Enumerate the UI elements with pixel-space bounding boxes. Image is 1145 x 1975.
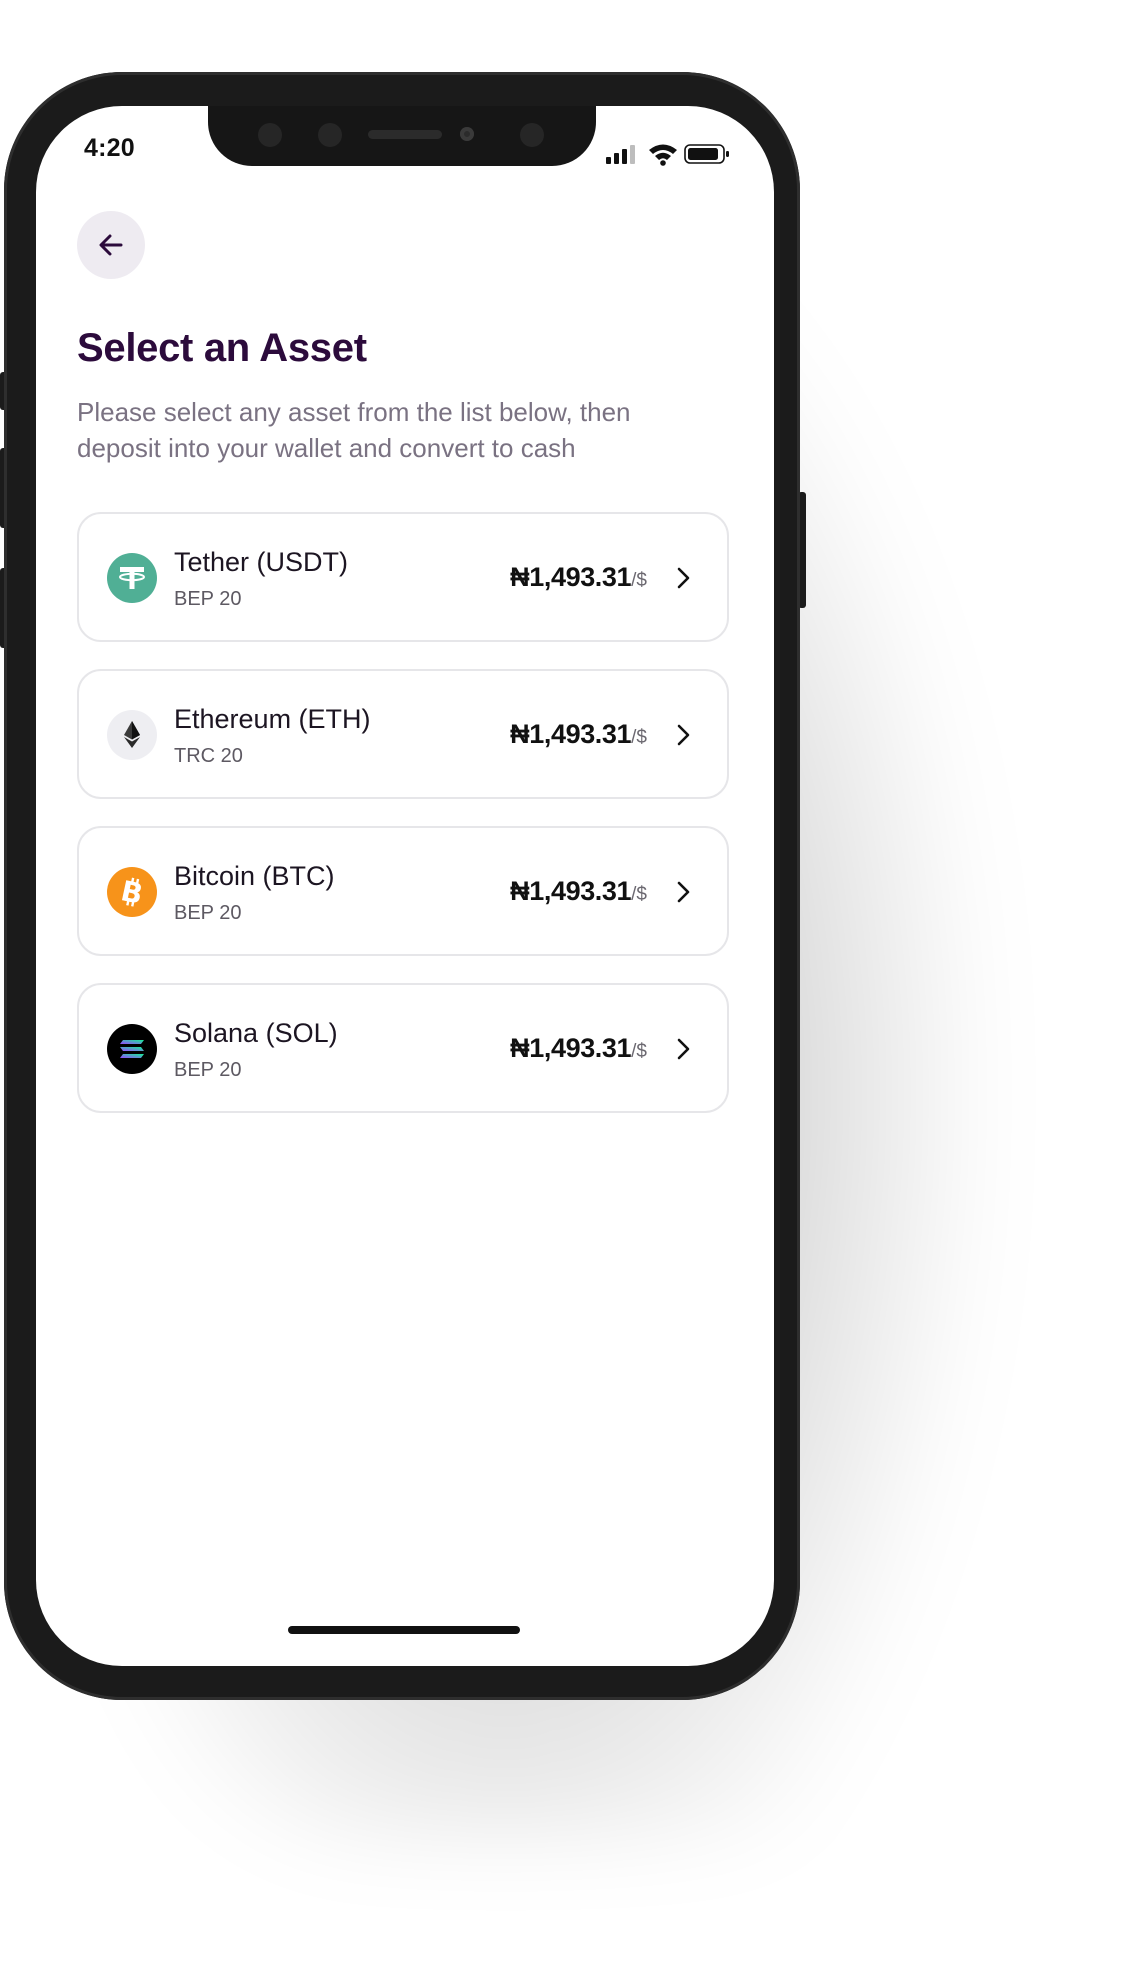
chevron-right-icon xyxy=(677,724,690,746)
asset-rate: ₦1,493.31/$ xyxy=(510,719,647,750)
rate-value: ₦1,493.31 xyxy=(510,562,632,592)
asset-name: Ethereum (ETH) xyxy=(174,704,371,734)
chevron-right-icon xyxy=(677,567,690,589)
rate-unit: /$ xyxy=(631,570,647,591)
ethereum-icon xyxy=(107,710,157,760)
rate-unit: /$ xyxy=(631,1041,647,1062)
solana-icon xyxy=(107,1024,157,1074)
asset-network: BEP 20 xyxy=(174,902,242,924)
home-indicator xyxy=(288,1626,520,1634)
asset-card-btc[interactable]: B Bitcoin (BTC) BEP 20 ₦1,493.31/$ xyxy=(77,826,729,956)
page-subtitle: Please select any asset from the list be… xyxy=(77,397,631,463)
asset-network: TRC 20 xyxy=(174,745,243,767)
arrow-left-icon xyxy=(99,234,123,256)
sensor-dot xyxy=(318,123,342,147)
back-button[interactable] xyxy=(77,211,145,279)
asset-name: Bitcoin (BTC) xyxy=(174,861,335,891)
earpiece-speaker xyxy=(368,130,442,139)
cellular-signal-icon xyxy=(606,145,640,164)
asset-network: BEP 20 xyxy=(174,588,242,610)
rate-value: ₦1,493.31 xyxy=(510,719,632,749)
phone-notch xyxy=(208,106,596,166)
asset-rate: ₦1,493.31/$ xyxy=(510,562,647,593)
asset-name: Solana (SOL) xyxy=(174,1018,338,1048)
asset-rate: ₦1,493.31/$ xyxy=(510,876,647,907)
asset-card-usdt[interactable]: Tether (USDT) BEP 20 ₦1,493.31/$ xyxy=(77,512,729,642)
asset-name: Tether (USDT) xyxy=(174,547,349,577)
front-camera xyxy=(460,127,474,141)
chevron-right-icon xyxy=(677,1038,690,1060)
sensor-dot xyxy=(520,123,544,147)
asset-rate: ₦1,493.31/$ xyxy=(510,1033,647,1064)
page-title: Select an Asset xyxy=(77,326,367,370)
rate-value: ₦1,493.31 xyxy=(510,876,632,906)
battery-icon xyxy=(684,144,729,164)
wifi-icon xyxy=(649,144,677,166)
asset-card-eth[interactable]: Ethereum (ETH) TRC 20 ₦1,493.31/$ xyxy=(77,669,729,799)
asset-card-sol[interactable]: Solana (SOL) BEP 20 ₦1,493.31/$ xyxy=(77,983,729,1113)
rate-value: ₦1,493.31 xyxy=(510,1033,632,1063)
sensor-dot xyxy=(258,123,282,147)
bitcoin-icon: B xyxy=(107,867,157,917)
rate-unit: /$ xyxy=(631,727,647,748)
mockup-stage: 4:20 Select an Asset Please select any a… xyxy=(0,0,1145,1975)
chevron-right-icon xyxy=(677,881,690,903)
asset-network: BEP 20 xyxy=(174,1059,242,1081)
status-time: 4:20 xyxy=(84,134,135,162)
tether-icon xyxy=(107,553,157,603)
rate-unit: /$ xyxy=(631,884,647,905)
